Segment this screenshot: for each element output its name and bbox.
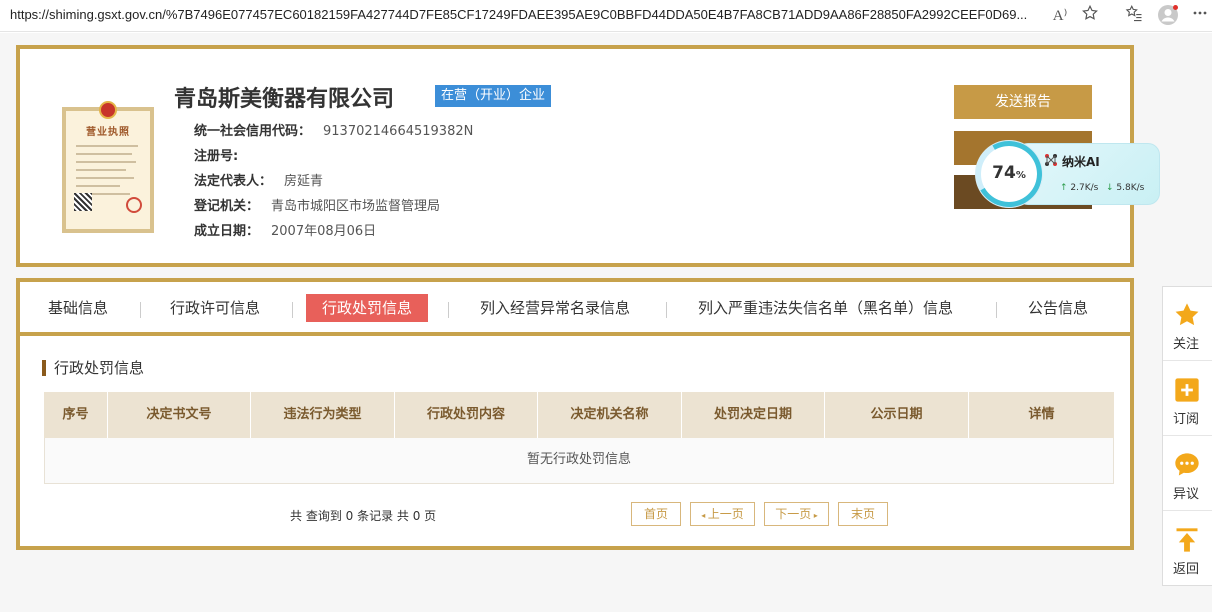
license-title: 营业执照 xyxy=(86,127,130,138)
column-header: 违法行为类型 xyxy=(251,392,395,438)
tab-basic-info[interactable]: 基础信息 xyxy=(48,294,108,322)
favorite-star-icon[interactable] xyxy=(1078,4,1102,28)
column-header: 详情 xyxy=(1028,407,1055,422)
info-row-credit-code: 统一社会信用代码： 91370214664519382N xyxy=(194,120,473,139)
info-key: 统一社会信用代码： xyxy=(194,124,312,139)
back-label: 返回 xyxy=(1173,562,1200,577)
read-aloud-icon[interactable]: A⁾ xyxy=(1048,4,1072,28)
nano-ai-widget[interactable]: 74% 纳米AI ↑ 2.7K/s ↓ 5.8K/s xyxy=(968,133,1162,215)
empty-table-message: 暂无行政处罚信息 xyxy=(44,438,1114,484)
subscribe-plus-icon xyxy=(1175,378,1199,402)
tab-abnormal-operation[interactable]: 列入经营异常名录信息 xyxy=(480,294,630,322)
table-header: 序号 决定书文号 违法行为类型 行政处罚内容 决定机关名称 处罚决定日期 公示日… xyxy=(44,392,1114,438)
objection-chat-icon xyxy=(1175,453,1199,476)
info-value: 2007年08月06日 xyxy=(271,224,377,239)
page-content: 营业执照 青岛斯美衡器有限公司 在营（开业）企业 统一社会信用代码： 913702… xyxy=(0,33,1212,612)
floating-side-panel: 关注 订阅 异议 返回 xyxy=(1162,286,1212,586)
next-page-button[interactable]: 下一页 ▸ xyxy=(764,502,829,526)
nano-ai-logo-icon xyxy=(1045,154,1057,166)
info-row-legal-rep: 法定代表人： 房延青 xyxy=(194,170,323,189)
upload-speed: ↑ 2.7K/s xyxy=(1060,183,1099,193)
objection-button[interactable]: 异议 xyxy=(1163,437,1212,511)
tab-admin-license[interactable]: 行政许可信息 xyxy=(170,294,260,322)
follow-button[interactable]: 关注 xyxy=(1163,287,1212,361)
column-header: 决定机关名称 xyxy=(538,392,682,438)
info-value: 房延青 xyxy=(284,174,324,189)
send-report-button[interactable]: 发送报告 xyxy=(954,85,1092,119)
info-key: 法定代表人： xyxy=(194,174,273,189)
browser-address-bar: https://shiming.gsxt.gov.cn/%7B7496E0774… xyxy=(0,0,1212,32)
business-license-image[interactable]: 营业执照 xyxy=(62,101,154,233)
column-header: 公示日期 xyxy=(825,392,969,438)
subscribe-button[interactable]: 订阅 xyxy=(1163,362,1212,436)
more-menu-icon[interactable] xyxy=(1188,4,1212,28)
records-section: 基础信息 行政许可信息 行政处罚信息 列入经营异常名录信息 列入严重违法失信名单… xyxy=(16,278,1134,550)
qr-code-icon xyxy=(74,193,92,211)
first-page-button[interactable]: 首页 xyxy=(631,502,681,526)
subscribe-label: 订阅 xyxy=(1173,412,1200,427)
tab-admin-penalty[interactable]: 行政处罚信息 xyxy=(306,294,429,322)
star-icon xyxy=(1175,303,1199,326)
url-field[interactable]: https://shiming.gsxt.gov.cn/%7B7496E0774… xyxy=(10,7,1050,22)
info-key: 成立日期： xyxy=(194,224,260,239)
column-header: 序号 xyxy=(44,392,108,438)
penalty-table: 序号 决定书文号 违法行为类型 行政处罚内容 决定机关名称 处罚决定日期 公示日… xyxy=(44,392,1114,484)
usage-percent: 74 xyxy=(992,163,1016,183)
info-value: 青岛市城阳区市场监督管理局 xyxy=(271,199,441,214)
column-header: 决定书文号 xyxy=(108,392,251,438)
back-to-top-icon xyxy=(1176,528,1198,552)
favorites-list-icon[interactable] xyxy=(1122,4,1146,28)
back-to-top-button[interactable]: 返回 xyxy=(1163,512,1212,586)
status-badge: 在营（开业）企业 xyxy=(435,85,552,107)
follow-label: 关注 xyxy=(1173,337,1200,352)
info-key: 登记机关： xyxy=(194,199,260,214)
tab-blacklist[interactable]: 列入严重违法失信名单（黑名单）信息 xyxy=(698,294,953,322)
info-row-registration-authority: 登记机关： 青岛市城阳区市场监督管理局 xyxy=(194,195,440,214)
info-row-established-date: 成立日期： 2007年08月06日 xyxy=(194,220,376,239)
section-title: 行政处罚信息 xyxy=(42,360,144,376)
info-row-reg-number: 注册号: xyxy=(194,145,250,164)
last-page-button[interactable]: 末页 xyxy=(838,502,888,526)
info-key: 注册号: xyxy=(194,149,239,164)
ai-name: 纳米AI xyxy=(1062,155,1100,169)
official-seal-icon xyxy=(126,197,142,213)
info-tabs: 基础信息 行政许可信息 行政处罚信息 列入经营异常名录信息 列入严重违法失信名单… xyxy=(20,282,1130,336)
column-header: 处罚决定日期 xyxy=(682,392,825,438)
download-speed: ↓ 5.8K/s xyxy=(1106,183,1145,193)
record-summary: 共 查询到 0 条记录 共 0 页 xyxy=(290,509,437,523)
company-card: 营业执照 青岛斯美衡器有限公司 在营（开业）企业 统一社会信用代码： 913702… xyxy=(16,45,1134,267)
info-value: 91370214664519382N xyxy=(323,124,474,139)
objection-label: 异议 xyxy=(1173,487,1200,502)
usage-gauge: 74% xyxy=(968,133,1050,215)
column-header: 行政处罚内容 xyxy=(395,392,538,438)
prev-page-button[interactable]: ◂ 上一页 xyxy=(690,502,755,526)
usage-percent-unit: % xyxy=(1015,170,1026,181)
tab-announcements[interactable]: 公告信息 xyxy=(1028,294,1088,322)
profile-avatar-icon[interactable] xyxy=(1156,4,1180,28)
national-emblem-icon xyxy=(99,101,117,119)
company-name: 青岛斯美衡器有限公司 xyxy=(174,87,395,112)
